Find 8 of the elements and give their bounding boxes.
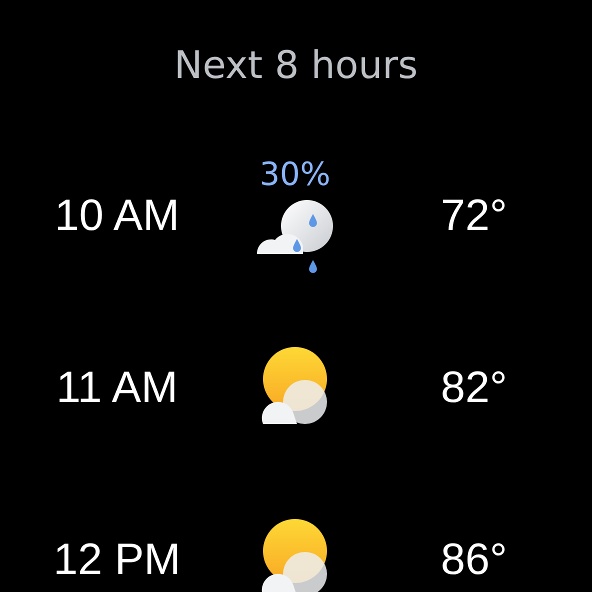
precipitation-label: 30% [259, 156, 331, 192]
time-label: 11 AM [56, 363, 178, 413]
temperature-label: 86° [440, 535, 508, 585]
time-label: 12 PM [53, 535, 181, 585]
temperature-label: 72° [440, 191, 508, 241]
temperature-label: 82° [440, 363, 508, 413]
section-title: Next 8 hours [174, 42, 418, 89]
time-label: 10 AM [54, 191, 180, 241]
